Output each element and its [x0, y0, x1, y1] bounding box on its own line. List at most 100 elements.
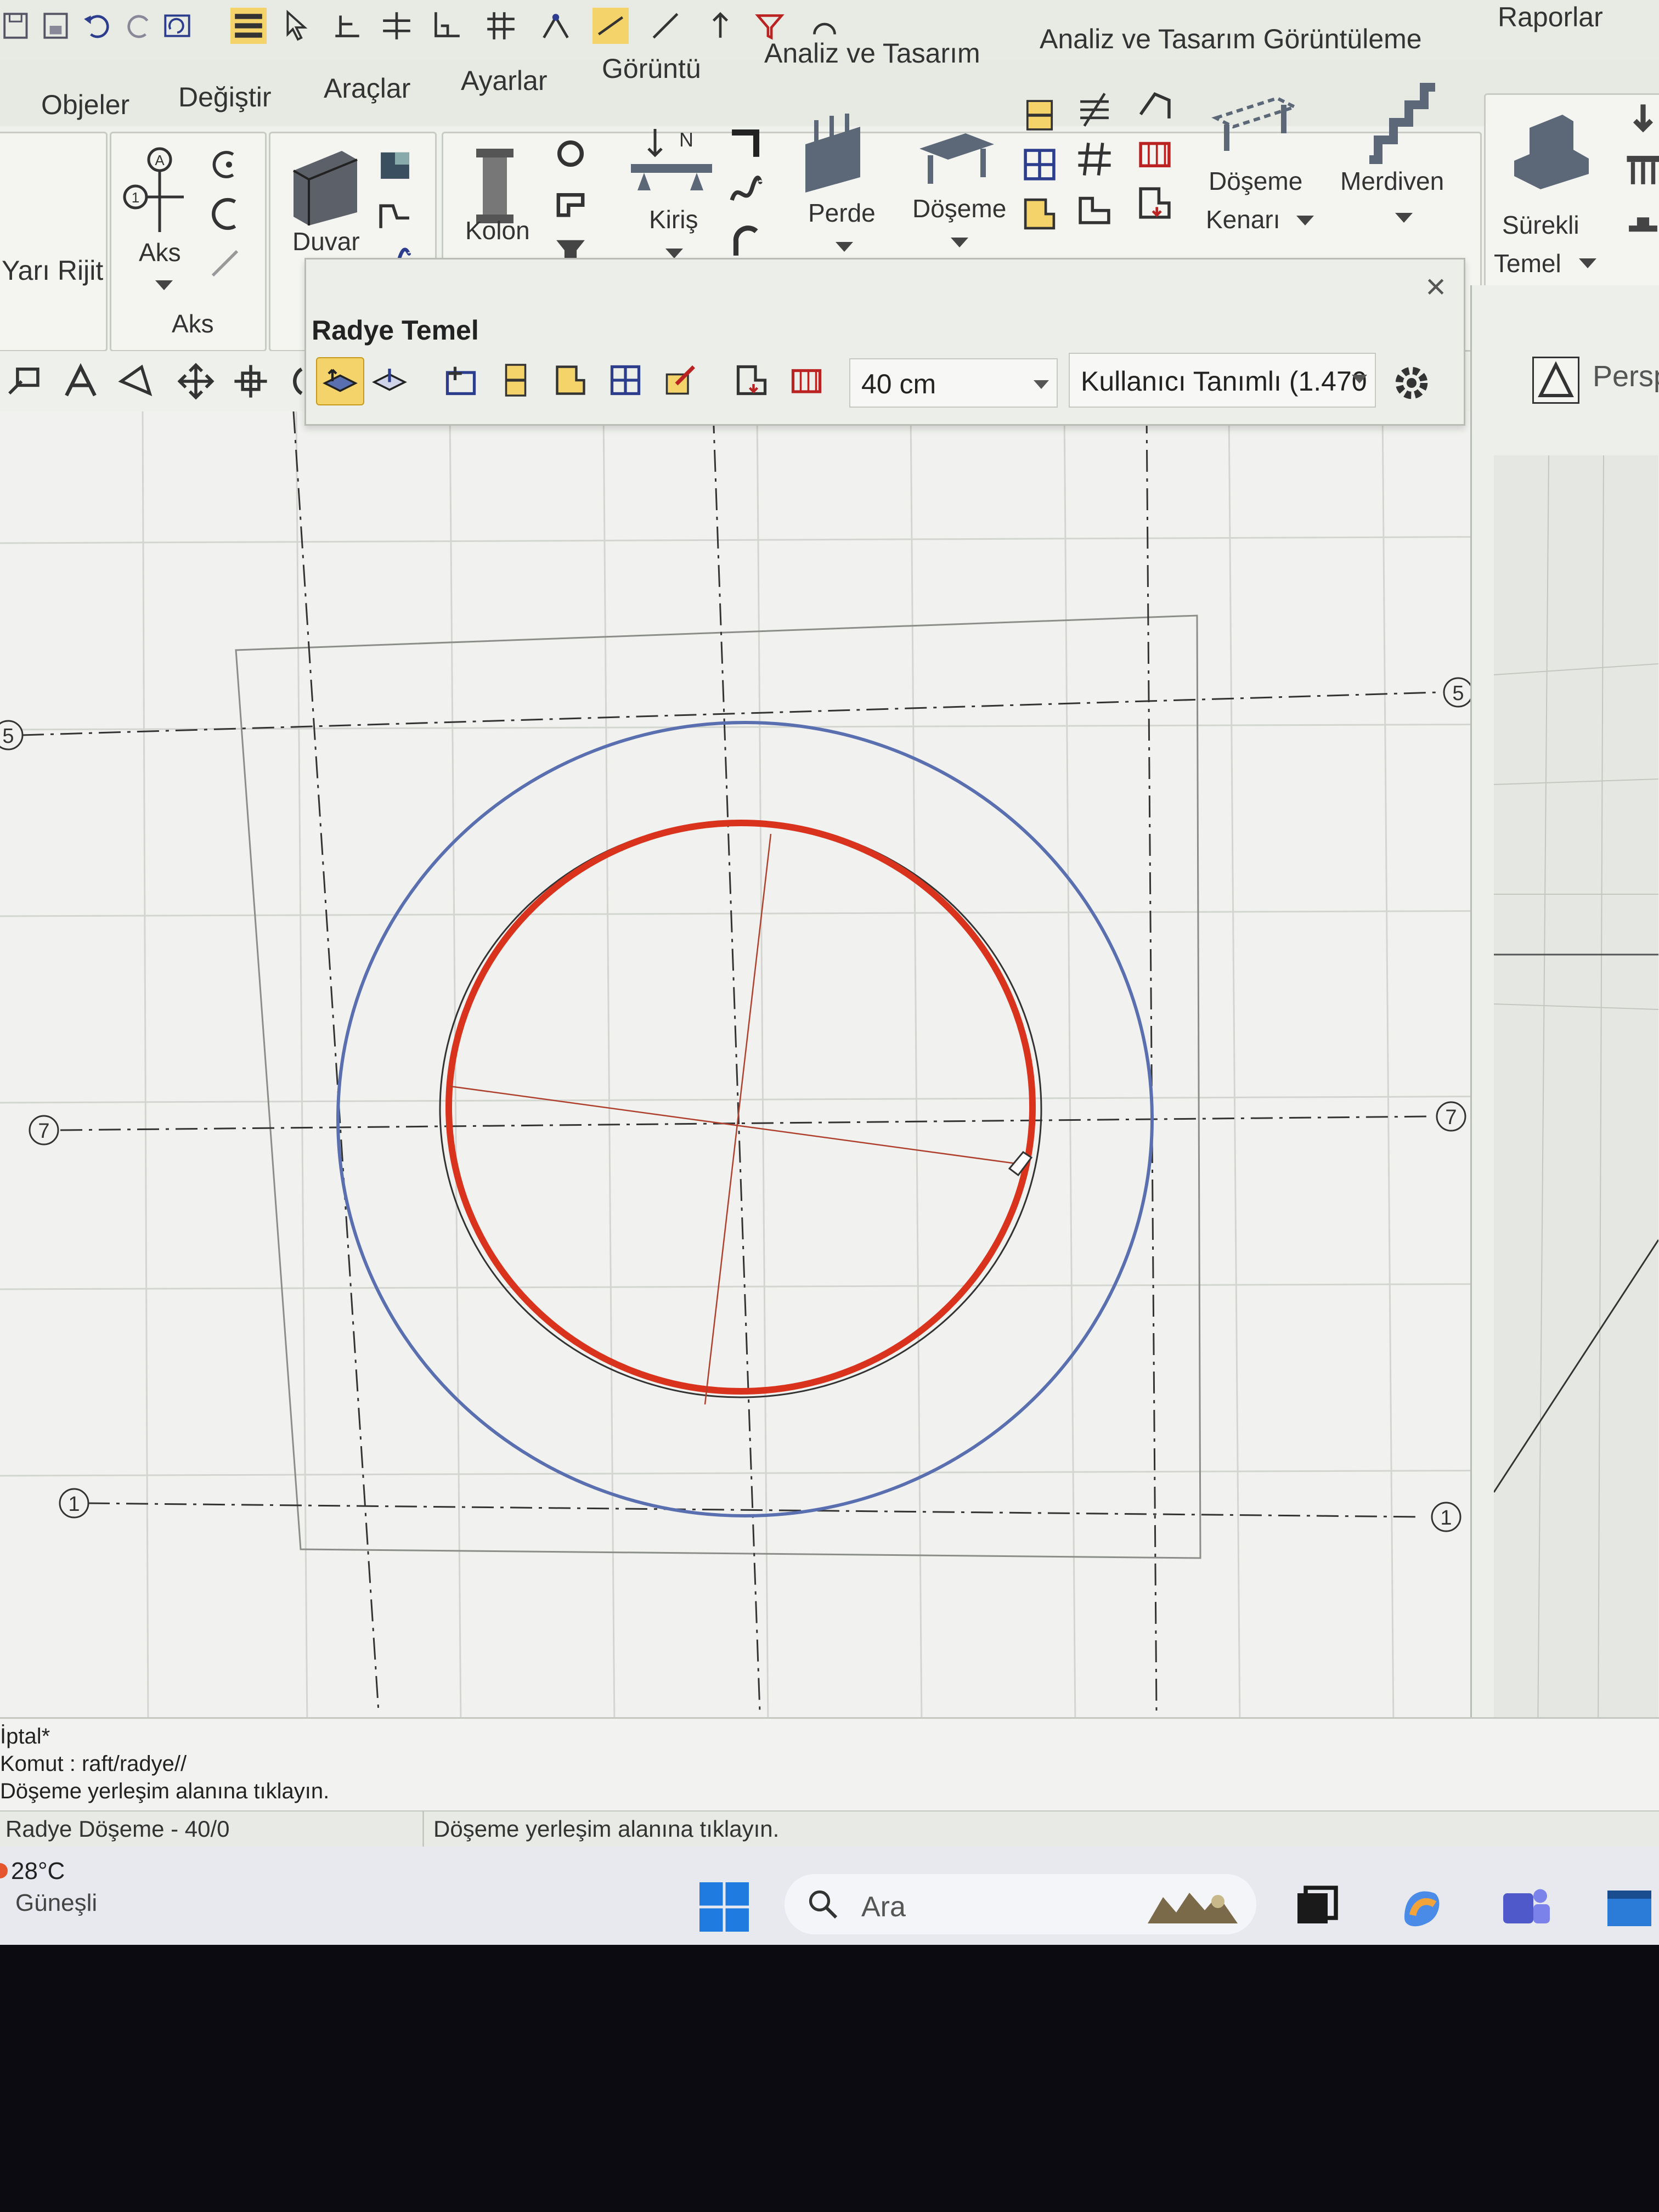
surekli-dropdown-icon[interactable] [1579, 258, 1596, 268]
persp-label[interactable]: Persp [1593, 359, 1659, 393]
layer-icon[interactable] [230, 8, 267, 44]
thickness-select[interactable]: 40 cm [849, 358, 1058, 408]
wall-step-icon[interactable] [375, 194, 415, 234]
perde-dropdown-icon[interactable] [836, 242, 853, 252]
duvar-label[interactable]: Duvar [292, 227, 360, 257]
weather-description[interactable]: Güneşli [15, 1889, 97, 1917]
copy-move-icon[interactable] [230, 361, 271, 402]
save-all-icon[interactable] [0, 8, 36, 44]
corner-icon[interactable] [428, 8, 464, 44]
weather-icon[interactable] [0, 1863, 8, 1878]
taskbar-search[interactable]: Ara [785, 1874, 1256, 1934]
text-icon[interactable] [60, 361, 101, 402]
slab-ramp-icon[interactable] [1135, 84, 1175, 125]
task-view-icon[interactable] [1289, 1880, 1344, 1934]
slab-hash-icon[interactable] [1074, 139, 1115, 179]
move-up-icon[interactable] [702, 8, 738, 44]
slab-edge-icon[interactable] [1135, 183, 1175, 223]
surekli-label-1[interactable]: Sürekli [1502, 210, 1579, 240]
weather-temperature[interactable]: 28°C [11, 1858, 65, 1885]
doseme-kenari-dropdown-icon[interactable] [1296, 216, 1314, 225]
doseme-dropdown-icon[interactable] [951, 238, 968, 247]
raft-ruler-icon[interactable] [783, 357, 830, 403]
plan-view[interactable]: 5 5 7 7 1 1 [0, 411, 1553, 1729]
raft-corner-icon[interactable] [548, 357, 594, 403]
doseme-label[interactable]: Döşeme [912, 194, 1006, 224]
slab-ruler-icon[interactable] [1135, 133, 1175, 174]
tab-araclar[interactable]: Araçlar [324, 72, 410, 104]
arc-axis-icon[interactable] [205, 144, 245, 185]
raft-type-dropdown-icon[interactable] [1352, 375, 1367, 383]
aks-button-label[interactable]: Aks [139, 238, 181, 268]
pointer-icon[interactable] [280, 8, 316, 44]
merdiven-label[interactable]: Merdiven [1340, 166, 1444, 196]
diagonal-axis-icon[interactable] [205, 243, 245, 284]
snap-icon[interactable] [538, 8, 574, 44]
raft-grid-icon[interactable] [602, 357, 648, 403]
thickness-dropdown-icon[interactable] [1034, 380, 1049, 389]
doseme-kenari-label-2[interactable]: Kenarı [1206, 205, 1280, 235]
raft-edit-icon[interactable] [366, 357, 413, 403]
slab-grid-icon[interactable] [1019, 144, 1060, 185]
grid-icon[interactable] [483, 8, 519, 44]
beam-curve-icon[interactable] [726, 221, 766, 262]
properties-icon[interactable] [3, 361, 44, 402]
trace-icon[interactable] [647, 8, 684, 44]
copilot-icon[interactable] [1393, 1880, 1448, 1934]
tab-ayarlar[interactable]: Ayarlar [461, 65, 547, 97]
kiris-dropdown-icon[interactable] [665, 249, 683, 258]
round-column-icon[interactable] [550, 133, 591, 174]
doseme-kenari-label-1[interactable]: Döşeme [1209, 166, 1302, 196]
tab-analiz[interactable]: Analiz ve Tasarım [764, 37, 980, 69]
refresh-icon[interactable] [159, 8, 195, 44]
undo-icon[interactable] [80, 8, 116, 44]
redo-icon[interactable] [121, 8, 157, 44]
beam-wave-icon[interactable] [726, 172, 766, 212]
raft-place-icon[interactable] [316, 357, 364, 405]
tab-raporlar[interactable]: Raporlar [1498, 1, 1603, 33]
rotate-icon[interactable] [283, 361, 304, 402]
raft-type-select[interactable]: Kullanıcı Tanımlı (1.470 [1069, 353, 1376, 408]
tab-degistir[interactable]: Değiştir [178, 81, 271, 113]
perspective-canvas[interactable] [1493, 455, 1659, 1740]
perde-label[interactable]: Perde [808, 198, 876, 228]
wall-block-icon[interactable] [375, 144, 415, 185]
close-icon[interactable]: × [1417, 267, 1455, 306]
command-window[interactable]: İptal* Komut : raft/radye// Döşeme yerle… [0, 1717, 1659, 1812]
settings-gear-icon[interactable] [1387, 358, 1436, 408]
l-column-icon[interactable] [550, 183, 591, 223]
slab-step-icon[interactable] [1074, 188, 1115, 229]
windows-start-icon[interactable] [697, 1880, 752, 1934]
aks-dropdown-icon[interactable] [155, 280, 173, 290]
radye-circle[interactable] [445, 820, 1036, 1395]
teams-icon[interactable] [1498, 1880, 1553, 1934]
raft-add-icon[interactable] [438, 357, 484, 403]
view-mode-icon[interactable] [1532, 357, 1579, 404]
beam-bend-icon[interactable] [726, 122, 766, 163]
slab-opening-icon[interactable] [1019, 95, 1060, 136]
kolon-label[interactable]: Kolon [465, 216, 530, 246]
pile-group-icon[interactable] [1623, 150, 1659, 190]
curve-axis-icon[interactable] [205, 194, 245, 234]
app-window-icon[interactable] [1602, 1880, 1657, 1934]
surekli-label-2[interactable]: Temel [1494, 249, 1561, 279]
select-area-icon[interactable] [115, 361, 156, 402]
raft-paint-icon[interactable] [657, 357, 703, 403]
save-icon[interactable] [38, 8, 75, 44]
slab-corner-icon[interactable] [1019, 194, 1060, 234]
align-icon[interactable] [379, 8, 415, 44]
yari-rijit-label[interactable]: Yarı Rijit [2, 254, 103, 287]
raft-edge-icon[interactable] [729, 357, 775, 403]
tab-analiz-goruntuleme[interactable]: Analiz ve Tasarım Görüntüleme [1040, 23, 1422, 55]
footing-icon[interactable] [1623, 199, 1659, 240]
search-highlight-icon[interactable] [1141, 1880, 1245, 1929]
kiris-label[interactable]: Kiriş [649, 205, 698, 235]
drawing-canvas[interactable]: 5 5 7 7 1 1 [0, 411, 1553, 1729]
pile-icon[interactable] [1623, 100, 1659, 141]
slab-rib-icon[interactable] [1074, 89, 1115, 130]
move-icon[interactable] [176, 361, 216, 402]
dimension-icon[interactable] [329, 8, 365, 44]
ortho-icon[interactable] [592, 8, 629, 44]
perspective-view[interactable]: Persp [1470, 285, 1659, 1745]
tab-goruntu[interactable]: Görüntü [602, 53, 701, 84]
